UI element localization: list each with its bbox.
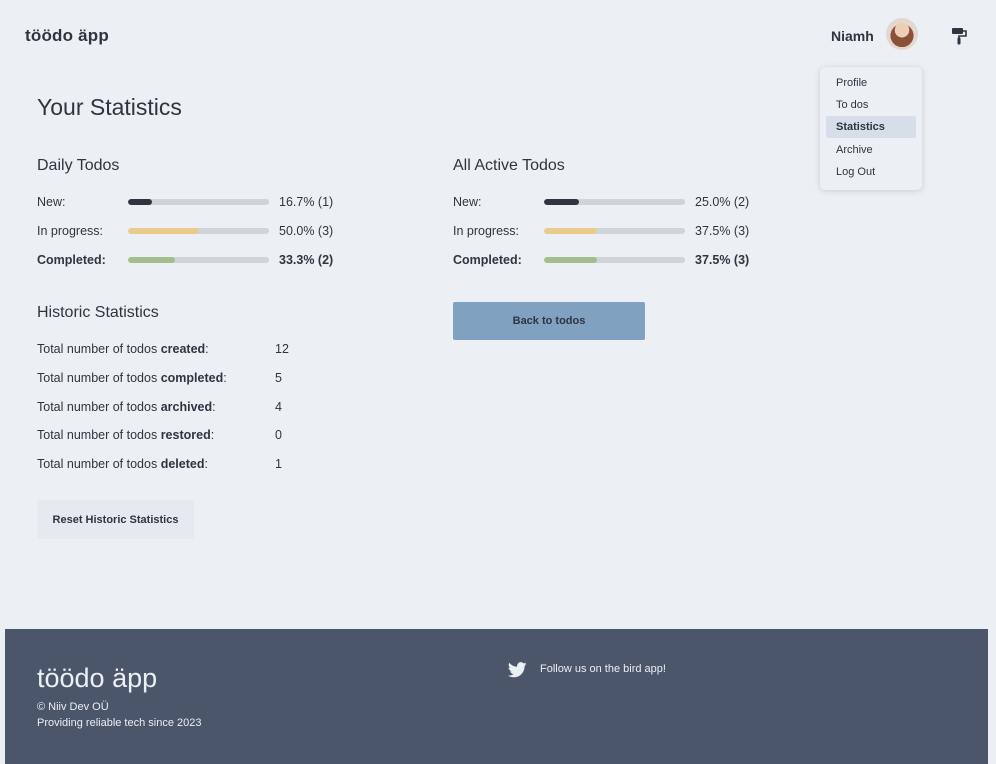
- progress-fill: [544, 199, 580, 205]
- stat-label: Completed:: [453, 253, 522, 267]
- paint-roller-icon[interactable]: [951, 27, 967, 45]
- daily-completed-row: Completed: 33.3% (2): [37, 253, 357, 271]
- progress-bar: [128, 257, 269, 263]
- footer: töödo äpp © Niiv Dev OÜ Providing reliab…: [5, 629, 988, 764]
- progress-bar: [544, 199, 685, 205]
- menu-item-todos[interactable]: To dos: [826, 94, 916, 116]
- stat-value: 37.5% (3): [695, 253, 750, 267]
- stat-value: 37.5% (3): [695, 224, 750, 238]
- history-value: 12: [275, 342, 289, 356]
- menu-item-archive[interactable]: Archive: [826, 139, 916, 161]
- active-new-row: New: 25.0% (2): [453, 195, 773, 213]
- history-row-created: Total number of todos created: 12: [37, 342, 337, 360]
- stat-label: In progress:: [37, 224, 104, 238]
- progress-bar: [128, 228, 269, 234]
- history-value: 4: [275, 400, 282, 414]
- active-completed-row: Completed: 37.5% (3): [453, 253, 773, 271]
- footer-logo: töödo äpp: [37, 663, 158, 693]
- progress-fill: [544, 228, 597, 234]
- stat-value: 50.0% (3): [279, 224, 334, 238]
- page-title: Your Statistics: [37, 94, 182, 120]
- history-row-completed: Total number of todos completed: 5: [37, 371, 337, 389]
- history-value: 0: [275, 428, 282, 442]
- twitter-bird-icon[interactable]: [508, 662, 527, 678]
- stat-label: Completed:: [37, 253, 106, 267]
- progress-fill: [128, 228, 199, 234]
- progress-fill: [128, 199, 152, 205]
- app-logo[interactable]: töödo äpp: [25, 26, 109, 46]
- top-bar: töödo äpp Niamh: [0, 0, 996, 70]
- daily-todos-title: Daily Todos: [37, 157, 120, 174]
- progress-bar: [544, 257, 685, 263]
- stat-label: New:: [37, 195, 66, 209]
- progress-bar: [544, 228, 685, 234]
- menu-item-profile[interactable]: Profile: [826, 72, 916, 94]
- active-todos-title: All Active Todos: [453, 157, 565, 174]
- history-label: Total number of todos archived:: [37, 400, 216, 414]
- back-to-todos-button[interactable]: Back to todos: [453, 302, 645, 340]
- user-menu-dropdown: Profile To dos Statistics Archive Log Ou…: [820, 67, 922, 190]
- history-label: Total number of todos created:: [37, 342, 209, 356]
- twitter-follow-link[interactable]: Follow us on the bird app!: [540, 663, 666, 675]
- user-avatar[interactable]: [886, 18, 918, 50]
- progress-fill: [128, 257, 175, 263]
- stat-value: 25.0% (2): [695, 195, 750, 209]
- historic-statistics-title: Historic Statistics: [37, 304, 159, 321]
- reset-historic-statistics-button[interactable]: Reset Historic Statistics: [37, 500, 194, 539]
- history-row-deleted: Total number of todos deleted: 1: [37, 457, 337, 475]
- daily-in-progress-row: In progress: 50.0% (3): [37, 224, 357, 242]
- menu-item-statistics[interactable]: Statistics: [826, 116, 916, 138]
- stat-label: In progress:: [453, 224, 520, 238]
- history-value: 5: [275, 371, 282, 385]
- footer-copyright: © Niiv Dev OÜ: [37, 701, 109, 713]
- daily-new-row: New: 16.7% (1): [37, 195, 357, 213]
- history-label: Total number of todos completed:: [37, 371, 227, 385]
- footer-tagline: Providing reliable tech since 2023: [37, 717, 202, 729]
- progress-bar: [128, 199, 269, 205]
- active-in-progress-row: In progress: 37.5% (3): [453, 224, 773, 242]
- stat-value: 33.3% (2): [279, 253, 334, 267]
- history-row-restored: Total number of todos restored: 0: [37, 428, 337, 446]
- stat-value: 16.7% (1): [279, 195, 334, 209]
- history-row-archived: Total number of todos archived: 4: [37, 400, 337, 418]
- history-label: Total number of todos restored:: [37, 428, 215, 442]
- history-value: 1: [275, 457, 282, 471]
- username[interactable]: Niamh: [831, 28, 874, 44]
- progress-fill: [544, 257, 597, 263]
- menu-item-logout[interactable]: Log Out: [826, 161, 916, 183]
- history-label: Total number of todos deleted:: [37, 457, 208, 471]
- stat-label: New:: [453, 195, 482, 209]
